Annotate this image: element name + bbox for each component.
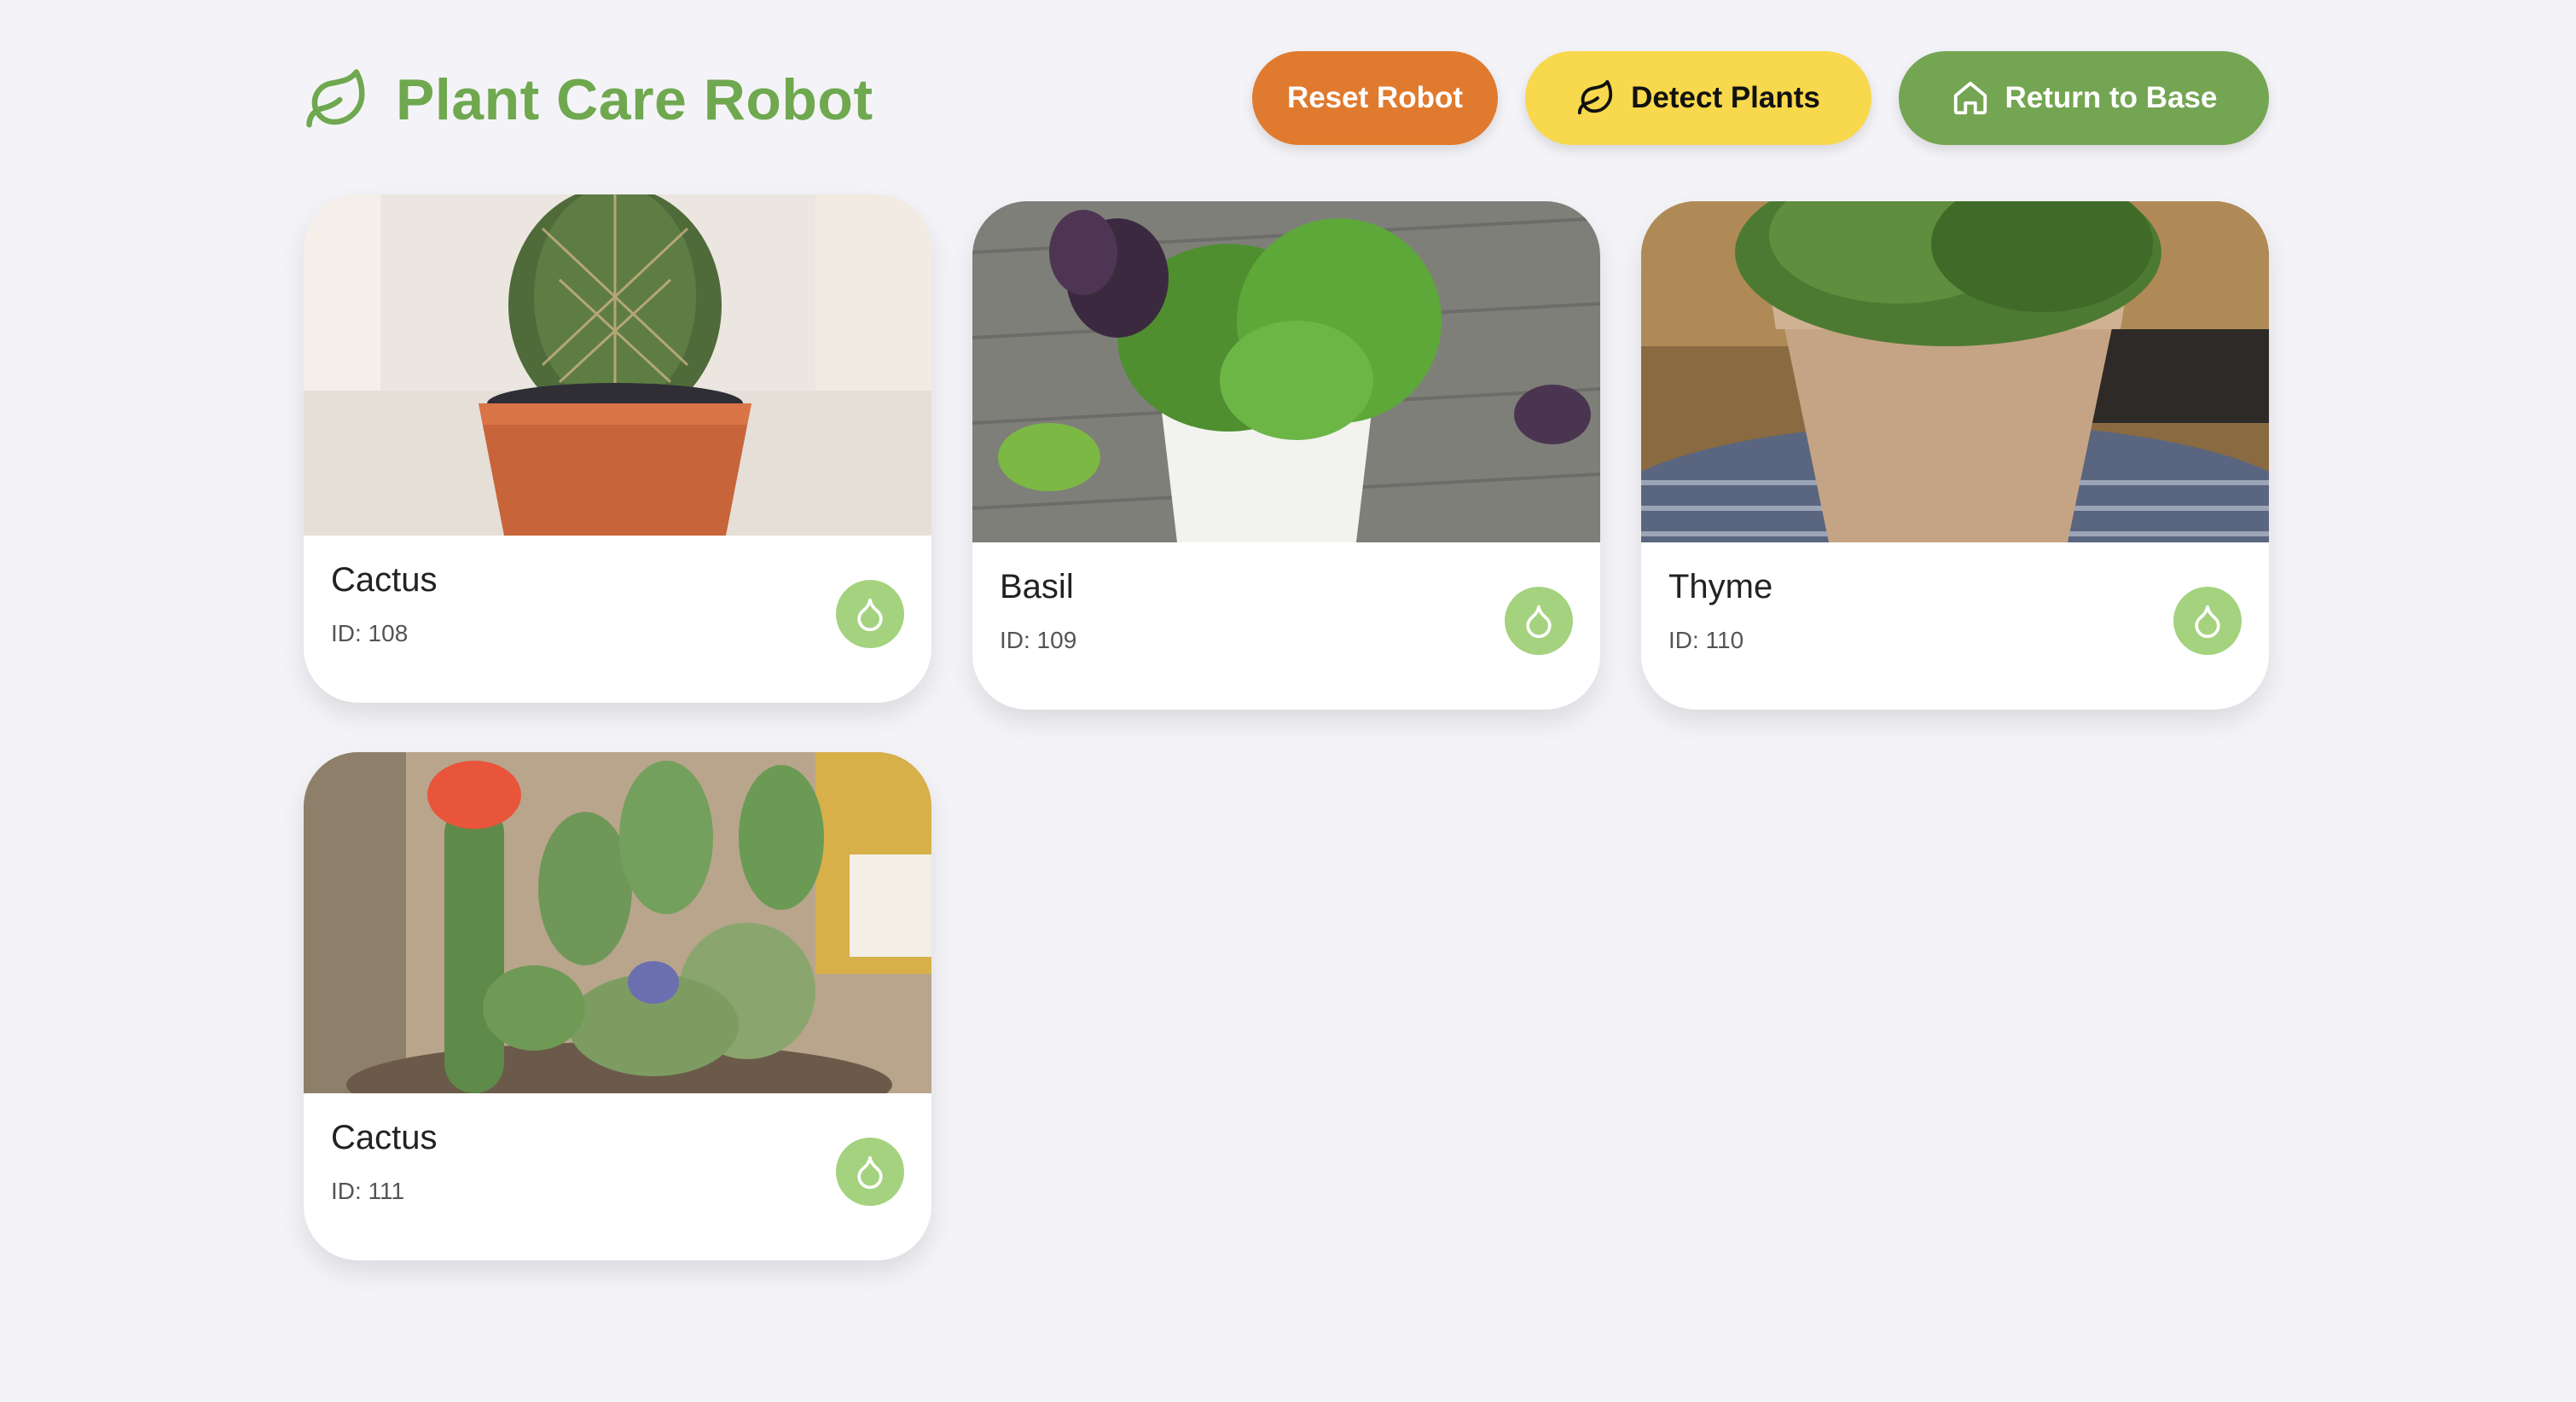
home-icon — [1953, 81, 1987, 115]
brand: Plant Care Robot — [304, 51, 873, 148]
plant-card[interactable]: Cactus ID: 108 — [304, 194, 931, 703]
plant-info: Basil ID: 109 — [1000, 568, 1076, 654]
plant-id: ID: 108 — [331, 620, 409, 646]
plant-photo — [1641, 201, 2269, 542]
detect-plants-button[interactable]: Detect Plants — [1525, 51, 1871, 145]
water-plant-button[interactable] — [2173, 587, 2242, 655]
plant-info: Thyme ID: 110 — [1668, 568, 1772, 654]
page-title: Plant Care Robot — [396, 67, 873, 132]
water-plant-button[interactable] — [836, 580, 904, 648]
plant-id: ID: 110 — [1668, 627, 1744, 653]
plant-photo — [304, 194, 931, 536]
plant-id: ID: 109 — [1000, 627, 1077, 653]
plant-photo — [304, 752, 931, 1093]
plant-photo — [972, 201, 1600, 542]
plant-id: ID: 111 — [331, 1178, 405, 1204]
robot-actions: Reset Robot Detect Plants Return to Base — [1252, 51, 2269, 148]
water-drop-icon — [857, 1156, 883, 1190]
return-to-base-label: Return to Base — [2005, 81, 2218, 114]
plant-card[interactable]: Cactus ID: 111 — [304, 752, 931, 1260]
water-plant-button[interactable] — [1505, 587, 1573, 655]
plant-name: Basil — [1000, 568, 1074, 605]
plant-card[interactable]: Thyme ID: 110 — [1641, 201, 2269, 710]
plant-info: Cactus ID: 108 — [331, 561, 438, 647]
plant-name: Cactus — [331, 561, 438, 599]
water-drop-icon — [1526, 605, 1552, 639]
plant-name: Thyme — [1668, 568, 1773, 605]
plant-card[interactable]: Basil ID: 109 — [972, 201, 1600, 710]
return-to-base-button[interactable]: Return to Base — [1899, 51, 2269, 145]
water-drop-icon — [857, 598, 883, 632]
water-drop-icon — [2195, 605, 2220, 639]
plant-info: Cactus ID: 111 — [331, 1119, 438, 1205]
header: Plant Care Robot Reset Robot Detect Plan… — [304, 51, 2269, 148]
reset-robot-button[interactable]: Reset Robot — [1252, 51, 1498, 145]
leaf-icon — [1578, 79, 1613, 115]
plant-name: Cactus — [331, 1119, 438, 1156]
water-plant-button[interactable] — [836, 1138, 904, 1206]
reset-robot-label: Reset Robot — [1286, 81, 1464, 114]
detect-plants-label: Detect Plants — [1631, 81, 1820, 114]
leaf-icon — [306, 69, 365, 128]
